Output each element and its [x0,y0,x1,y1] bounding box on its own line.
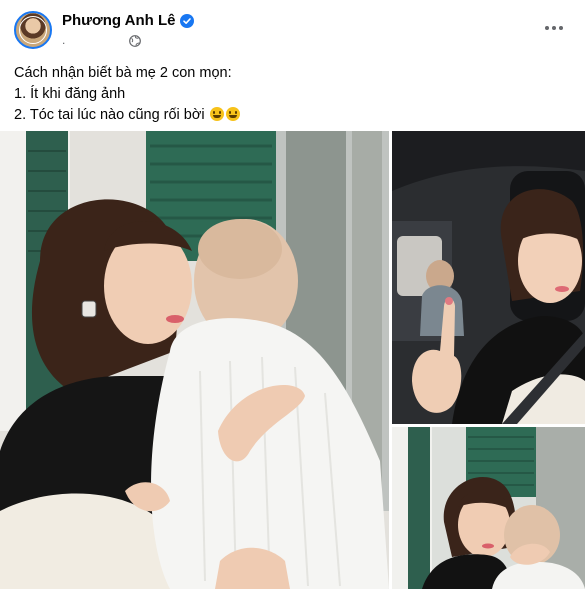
globe-icon[interactable] [129,34,142,47]
caption-line-2: 1. Ít khi đăng ảnh [14,86,126,102]
more-horizontal-icon [545,26,549,30]
post-photo-car-selfie[interactable] [392,131,585,424]
caption-line-3-wrap: 2. Tóc tai lúc nào cũng rối bời [14,105,574,126]
caption-line-1: Cách nhận biết bà mẹ 2 con mọn: [14,65,232,81]
grinning-sweat-emoji [209,107,224,121]
post-meta: . [62,34,142,47]
verified-badge-icon [180,13,195,28]
more-options-button[interactable] [538,16,570,40]
post-caption: Cách nhận biết bà mẹ 2 con mọn: 1. Ít kh… [14,63,574,126]
post-timestamp[interactable]: . [62,34,65,46]
pleading-emoji [225,107,240,121]
author-row: Phương Anh Lê [62,12,195,29]
post-photo-cheek-to-cheek[interactable] [392,427,585,589]
author-avatar[interactable] [14,11,52,49]
caption-line-3: 2. Tóc tai lúc nào cũng rối bời [14,107,205,123]
author-name[interactable]: Phương Anh Lê [62,12,175,29]
post-photo-main[interactable] [0,131,389,589]
post-header: Phương Anh Lê . [0,0,585,60]
